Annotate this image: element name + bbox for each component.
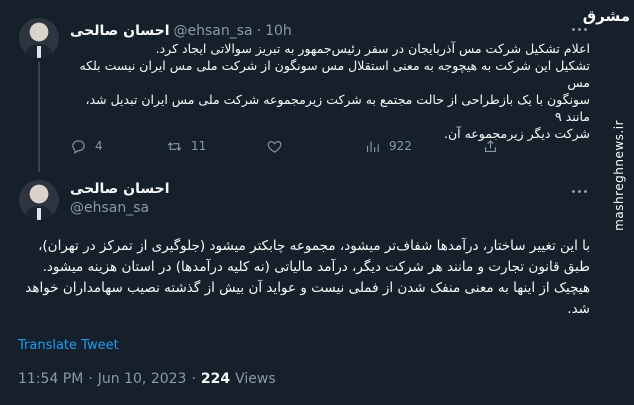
separator: · xyxy=(88,371,93,387)
views-icon xyxy=(366,141,379,152)
avatar[interactable] xyxy=(19,180,59,220)
display-name[interactable]: احسان صالحی xyxy=(70,181,170,197)
tweet-header: احسان صالحی @ehsan_sa · 10h xyxy=(70,20,590,42)
tweet-text: با این تغییر ساختار، درآمدها شفاف‌تر میش… xyxy=(25,238,590,317)
thread-line xyxy=(38,62,40,172)
retweet-icon xyxy=(167,141,182,151)
post-date[interactable]: Jun 10, 2023 xyxy=(98,371,187,387)
views-label: Views xyxy=(235,371,276,387)
like-icon xyxy=(267,140,282,153)
share-icon xyxy=(484,139,497,152)
share-button[interactable] xyxy=(482,138,499,155)
translate-tweet-link[interactable]: Translate Tweet xyxy=(18,338,119,353)
watermark-site: mashreghnews.ir xyxy=(612,120,626,231)
watermark-strip: مشرق mashreghnews.ir xyxy=(582,0,634,405)
post-time[interactable]: 11:54 PM xyxy=(18,371,83,387)
handle[interactable]: @ehsan_sa xyxy=(174,23,253,39)
reply-count: 4 xyxy=(95,139,103,153)
timestamp[interactable]: 10h xyxy=(265,23,292,39)
retweet-button[interactable]: 11 xyxy=(166,138,206,155)
reply-icon xyxy=(72,139,85,154)
like-button[interactable] xyxy=(266,138,291,155)
avatar[interactable] xyxy=(19,18,59,58)
retweet-count: 11 xyxy=(191,139,207,153)
main-tweet: احسان صالحی @ehsan_sa با این تغییر ساختا… xyxy=(0,168,598,405)
handle[interactable]: @ehsan_sa xyxy=(70,200,149,216)
more-icon[interactable] xyxy=(568,182,590,200)
tweet-metadata: 11:54 PM · Jun 10, 2023 · 224 Views xyxy=(18,371,276,387)
tweet-text: اعلام تشکیل شرکت مس آذربایجان در سفر رئی… xyxy=(79,41,590,141)
separator: · xyxy=(191,371,196,387)
watermark-logo: مشرق xyxy=(582,7,630,25)
views-button[interactable]: 922 xyxy=(364,138,412,155)
views-count: 922 xyxy=(389,139,412,153)
reply-button[interactable]: 4 xyxy=(70,138,103,155)
reply-tweet[interactable]: احسان صالحی @ehsan_sa · 10h اعلام تشکیل … xyxy=(0,0,598,172)
views-count: 224 xyxy=(200,371,231,387)
tweet-actions: 4 11 922 xyxy=(70,136,590,156)
separator: · xyxy=(256,23,262,39)
display-name[interactable]: احسان صالحی xyxy=(70,23,170,39)
